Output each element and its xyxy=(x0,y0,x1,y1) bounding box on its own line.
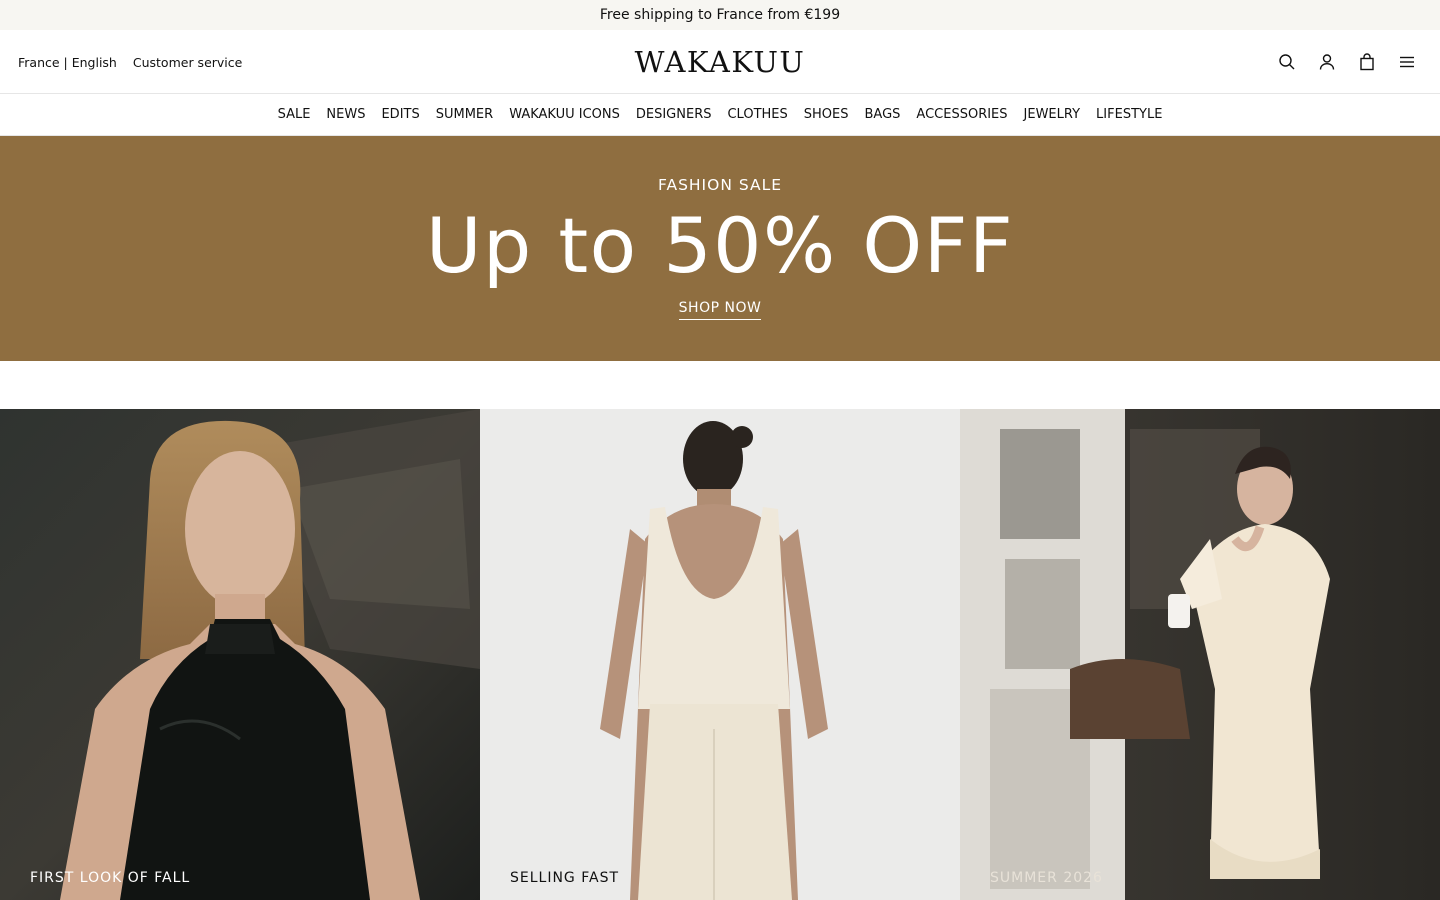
shop-now-link[interactable]: SHOP NOW xyxy=(678,300,762,320)
hero-title: Up to 50% OFF xyxy=(425,201,1015,290)
nav-item-accessories[interactable]: ACCESSORIES xyxy=(916,107,1007,122)
site-header: France | English Customer service WAKAKU… xyxy=(0,30,1440,94)
header-icons xyxy=(1276,30,1418,94)
announcement-bar: Free shipping to France from €199 xyxy=(0,0,1440,30)
tile-label: SUMMER 2026 xyxy=(990,870,1103,886)
nav-item-shoes[interactable]: SHOES xyxy=(804,107,849,122)
tile-summer-2026[interactable]: SUMMER 2026 xyxy=(960,409,1440,900)
menu-icon[interactable] xyxy=(1396,51,1418,73)
site-logo[interactable]: WAKAKUU xyxy=(635,45,806,79)
header-utility-links: France | English Customer service xyxy=(18,30,242,94)
search-icon[interactable] xyxy=(1276,51,1298,73)
tile-image-first-look xyxy=(0,409,480,900)
hero-cta-container: SHOP NOW xyxy=(0,300,1440,320)
tile-first-look-of-fall[interactable]: FIRST LOOK OF FALL xyxy=(0,409,480,900)
tile-image-summer-2026 xyxy=(960,409,1440,900)
tile-selling-fast[interactable]: SELLING FAST xyxy=(480,409,960,900)
nav-item-clothes[interactable]: CLOTHES xyxy=(727,107,787,122)
account-icon[interactable] xyxy=(1316,51,1338,73)
editorial-tiles: FIRST LOOK OF FALL SELLING FAST SUMMER 2… xyxy=(0,409,1440,900)
nav-item-summer[interactable]: SUMMER xyxy=(436,107,493,122)
nav-item-wakakuu-icons[interactable]: WAKAKUU ICONS xyxy=(509,107,620,122)
nav-item-lifestyle[interactable]: LIFESTYLE xyxy=(1096,107,1162,122)
main-nav: SALE NEWS EDITS SUMMER WAKAKUU ICONS DES… xyxy=(0,94,1440,136)
tile-image-selling-fast xyxy=(480,409,960,900)
customer-service-link[interactable]: Customer service xyxy=(133,55,242,70)
bag-icon[interactable] xyxy=(1356,51,1378,73)
nav-item-bags[interactable]: BAGS xyxy=(865,107,901,122)
sale-hero-banner[interactable]: FASHION SALE Up to 50% OFF SHOP NOW xyxy=(0,136,1440,361)
locale-selector[interactable]: France | English xyxy=(18,55,117,70)
tile-label: SELLING FAST xyxy=(510,870,620,886)
tile-label: FIRST LOOK OF FALL xyxy=(30,870,191,886)
nav-item-jewelry[interactable]: JEWELRY xyxy=(1024,107,1081,122)
nav-item-edits[interactable]: EDITS xyxy=(381,107,419,122)
nav-item-sale[interactable]: SALE xyxy=(278,107,311,122)
nav-item-news[interactable]: NEWS xyxy=(326,107,365,122)
nav-item-designers[interactable]: DESIGNERS xyxy=(636,107,712,122)
hero-eyebrow: FASHION SALE xyxy=(657,176,783,194)
announcement-text: Free shipping to France from €199 xyxy=(599,7,841,23)
